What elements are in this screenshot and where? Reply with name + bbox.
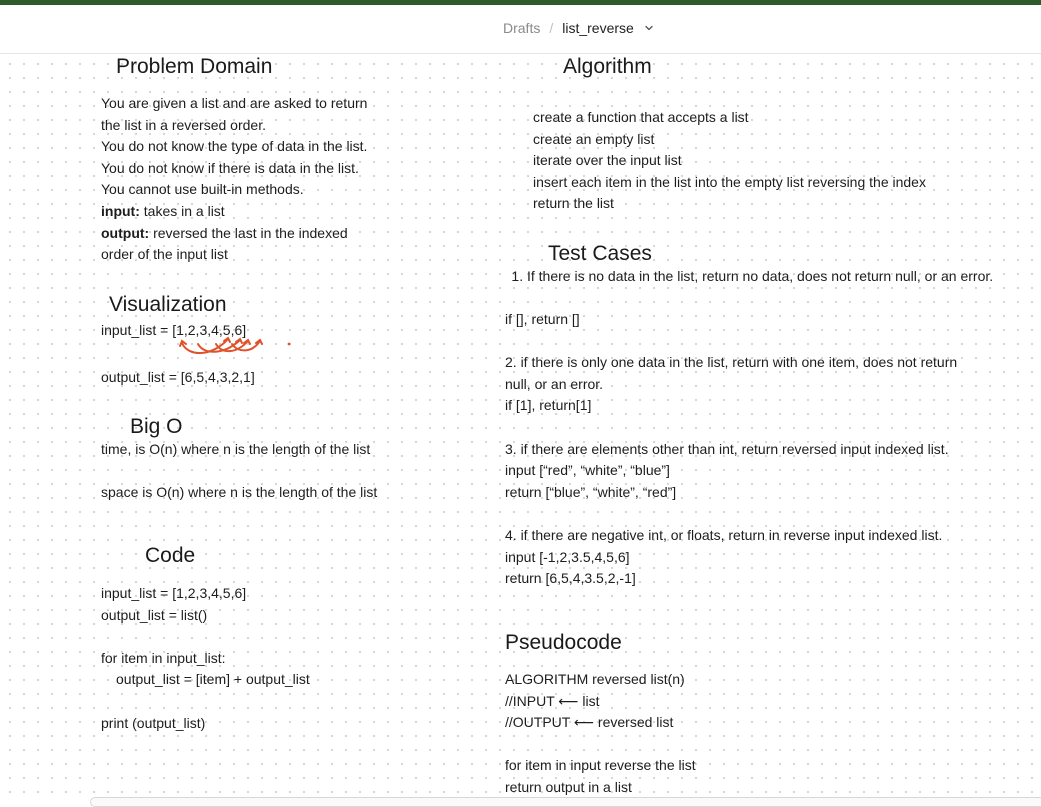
input-text: takes in a list bbox=[139, 202, 225, 219]
problem-line: You cannot use built-in methods. bbox=[101, 181, 304, 198]
code-heading: Code bbox=[145, 544, 196, 567]
test-line: 4. if there are negative int, or floats,… bbox=[505, 526, 943, 543]
pseudocode-text: ALGORITHM reversed list(n) //INPUT ⟵ lis… bbox=[505, 669, 696, 799]
problem-output-line: output: reversed the last in the indexed bbox=[101, 223, 367, 245]
pseudocode-line: ALGORITHM reversed list(n) bbox=[505, 671, 685, 687]
test-cases-heading: Test Cases bbox=[548, 242, 652, 265]
test-cases-text: if [], return [] 2. if there is only one… bbox=[505, 309, 957, 590]
output-text: reversed the last in the indexed bbox=[149, 224, 348, 241]
problem-line: You are given a list and are asked to re… bbox=[101, 95, 368, 111]
problem-line: You do not know the type of data in the … bbox=[101, 138, 368, 155]
code-line: output_list = list() bbox=[101, 606, 208, 623]
problem-domain-heading: Problem Domain bbox=[116, 55, 273, 78]
problem-domain-text: You are given a list and are asked to re… bbox=[101, 93, 367, 266]
problem-input-line: input: takes in a list bbox=[101, 201, 367, 223]
big-o-time: time, is O(n) where n is the length of t… bbox=[101, 441, 371, 457]
file-name-button[interactable]: list_reverse bbox=[562, 20, 634, 36]
test-line bbox=[505, 417, 957, 439]
pseudocode-line: return output in a list bbox=[505, 778, 632, 795]
test-line: if [1], return[1] bbox=[505, 397, 592, 414]
breadcrumb-separator: / bbox=[549, 20, 554, 36]
test-line: null, or an error. bbox=[505, 375, 604, 392]
test-line: 2. if there is only one data in the list… bbox=[505, 354, 958, 371]
code-line bbox=[101, 691, 310, 713]
test-case-item: If there is no data in the list, return … bbox=[527, 266, 1005, 288]
code-line: for item in input_list: bbox=[101, 649, 226, 666]
visualization-output: output_list = [6,5,4,3,2,1] bbox=[101, 369, 255, 385]
test-line: return [“blue”, “white”, “red”] bbox=[505, 483, 677, 500]
big-o-heading: Big O bbox=[130, 415, 183, 438]
code-line bbox=[101, 626, 310, 648]
test-case-1: If there is no data in the list, return … bbox=[505, 266, 1005, 288]
test-line bbox=[505, 503, 957, 525]
test-line bbox=[505, 331, 957, 353]
algorithm-step: create an empty list bbox=[533, 130, 655, 147]
test-line: if [], return [] bbox=[505, 311, 580, 327]
test-line: input [-1,2,3.5,4,5,6] bbox=[505, 548, 630, 565]
big-o-space: space is O(n) where n is the length of t… bbox=[101, 484, 378, 500]
code-line: output_list = [item] + output_list bbox=[116, 671, 310, 688]
test-line: 3. if there are elements other than int,… bbox=[505, 440, 949, 457]
visualization-heading: Visualization bbox=[109, 293, 227, 316]
code-line: print (output_list) bbox=[101, 714, 206, 731]
test-line: return [6,5,4,3.5,2,-1] bbox=[505, 570, 636, 587]
pseudocode-line: for item in input reverse the list bbox=[505, 757, 696, 774]
pseudocode-line: //INPUT ⟵ list bbox=[505, 692, 600, 709]
pseudocode-heading: Pseudocode bbox=[505, 631, 622, 654]
algorithm-heading: Algorithm bbox=[563, 55, 652, 78]
code-line: input_list = [1,2,3,4,5,6] bbox=[101, 585, 247, 601]
pseudocode-line: //OUTPUT ⟵ reversed list bbox=[505, 714, 674, 731]
output-label: output: bbox=[101, 224, 150, 241]
breadcrumb-drafts-link[interactable]: Drafts bbox=[503, 20, 540, 36]
problem-line: the list in a reversed order. bbox=[101, 116, 266, 133]
test-line: input [“red”, “white”, “blue”] bbox=[505, 462, 670, 479]
algorithm-step: create a function that accepts a list bbox=[533, 109, 749, 125]
test-case-list: If there is no data in the list, return … bbox=[505, 266, 1005, 288]
algorithm-step: insert each item in the list into the em… bbox=[533, 173, 926, 190]
algorithm-step: return the list bbox=[533, 195, 614, 212]
breadcrumb: Drafts / list_reverse bbox=[503, 20, 654, 36]
algorithm-step: iterate over the input list bbox=[533, 152, 682, 169]
reverse-arrows-drawing bbox=[179, 336, 291, 354]
algorithm-steps: create a function that accepts a list cr… bbox=[533, 107, 926, 215]
bottom-scroll-area[interactable] bbox=[90, 797, 1041, 807]
chevron-down-icon[interactable] bbox=[644, 23, 654, 33]
pseudocode-line bbox=[505, 734, 696, 756]
problem-line: You do not know if there is data in the … bbox=[101, 159, 359, 176]
problem-output-line-2: order of the input list bbox=[101, 246, 228, 263]
header-bar: Drafts / list_reverse bbox=[0, 5, 1041, 54]
code-block: input_list = [1,2,3,4,5,6] output_list =… bbox=[101, 583, 310, 734]
input-label: input: bbox=[101, 202, 140, 219]
